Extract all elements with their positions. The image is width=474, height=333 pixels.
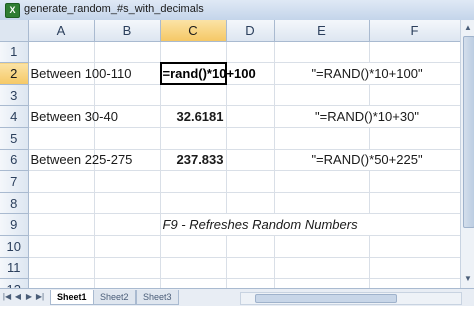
- cell-f7[interactable]: [369, 170, 461, 193]
- cell-e1[interactable]: [274, 41, 370, 64]
- cell-b9[interactable]: [94, 213, 161, 236]
- last-sheet-icon[interactable]: ▶|: [35, 291, 45, 303]
- row-header-9[interactable]: 9: [0, 213, 29, 236]
- cell-c2-active[interactable]: =rand()*10+100: [159, 62, 256, 85]
- row-header-1[interactable]: 1: [0, 41, 29, 64]
- row-header-7[interactable]: 7: [0, 170, 29, 193]
- cell-b10[interactable]: [94, 235, 161, 258]
- cell-e11[interactable]: [274, 257, 370, 280]
- cell-a7[interactable]: [28, 170, 95, 193]
- cell-c6[interactable]: 237.833: [160, 149, 227, 172]
- cell-c4[interactable]: 32.6181: [160, 105, 227, 128]
- cell-c9[interactable]: F9 - Refreshes Random Numbers: [160, 213, 461, 236]
- row-header-10[interactable]: 10: [0, 235, 29, 258]
- cell-e6[interactable]: "=RAND()*50+225": [274, 149, 461, 172]
- cell-f3[interactable]: [369, 84, 461, 107]
- status-bar: [0, 306, 474, 333]
- cell-d5[interactable]: [226, 127, 275, 150]
- cell-a8[interactable]: [28, 192, 95, 215]
- row-header-2[interactable]: 2: [0, 62, 29, 85]
- cell-e4[interactable]: "=RAND()*10+30": [274, 105, 461, 128]
- cell-d1[interactable]: [226, 41, 275, 64]
- cell-d8[interactable]: [226, 192, 275, 215]
- cell-c7[interactable]: [160, 170, 227, 193]
- tab-sheet1[interactable]: Sheet1: [50, 290, 94, 305]
- cell-f5[interactable]: [369, 127, 461, 150]
- cell-a6[interactable]: Between 225-275: [28, 149, 132, 172]
- next-sheet-icon[interactable]: ▶: [24, 291, 34, 303]
- window-title: generate_random_#s_with_decimals: [24, 3, 204, 15]
- column-header-c[interactable]: C: [160, 20, 227, 42]
- column-header-e[interactable]: E: [274, 20, 370, 42]
- cell-f8[interactable]: [369, 192, 461, 215]
- cell-b1[interactable]: [94, 41, 161, 64]
- excel-icon: X: [5, 3, 20, 18]
- row-header-3[interactable]: 3: [0, 84, 29, 107]
- column-header-a[interactable]: A: [28, 20, 95, 42]
- cell-e8[interactable]: [274, 192, 370, 215]
- scroll-up-icon[interactable]: ▲: [461, 21, 474, 35]
- cell-e7[interactable]: [274, 170, 370, 193]
- cell-c10[interactable]: [160, 235, 227, 258]
- excel-window: X generate_random_#s_with_decimals A B C…: [0, 0, 474, 333]
- scroll-down-icon[interactable]: ▼: [461, 272, 474, 286]
- sheet-tab-bar: |◀ ◀ ▶ ▶| Sheet1 Sheet2 Sheet3: [0, 288, 474, 306]
- cell-a5[interactable]: [28, 127, 95, 150]
- cell-c8[interactable]: [160, 192, 227, 215]
- cell-f10[interactable]: [369, 235, 461, 258]
- vertical-scrollbar[interactable]: ▲ ▼: [460, 20, 474, 288]
- cell-d4[interactable]: [226, 105, 275, 128]
- cell-e3[interactable]: [274, 84, 370, 107]
- cell-a4[interactable]: Between 30-40: [28, 105, 118, 128]
- cell-f11[interactable]: [369, 257, 461, 280]
- cell-b7[interactable]: [94, 170, 161, 193]
- cell-c5[interactable]: [160, 127, 227, 150]
- horizontal-scroll-thumb[interactable]: [255, 294, 397, 303]
- cell-e2[interactable]: "=RAND()*10+100": [274, 62, 461, 85]
- cell-b5[interactable]: [94, 127, 161, 150]
- select-all-corner[interactable]: [0, 20, 29, 42]
- row-header-5[interactable]: 5: [0, 127, 29, 150]
- previous-sheet-icon[interactable]: ◀: [13, 291, 23, 303]
- cell-e10[interactable]: [274, 235, 370, 258]
- active-cell-border: [159, 62, 227, 85]
- tab-sheet3[interactable]: Sheet3: [136, 290, 179, 305]
- cell-c11[interactable]: [160, 257, 227, 280]
- cell-d3[interactable]: [226, 84, 275, 107]
- cell-a2[interactable]: Between 100-110: [28, 62, 131, 85]
- cell-b8[interactable]: [94, 192, 161, 215]
- cell-a1[interactable]: [28, 41, 95, 64]
- cell-a3[interactable]: [28, 84, 95, 107]
- cell-d7[interactable]: [226, 170, 275, 193]
- cell-a11[interactable]: [28, 257, 95, 280]
- horizontal-scrollbar[interactable]: [240, 292, 462, 305]
- row-header-4[interactable]: 4: [0, 105, 29, 128]
- cell-c3[interactable]: [160, 84, 227, 107]
- row-header-8[interactable]: 8: [0, 192, 29, 215]
- cell-a10[interactable]: [28, 235, 95, 258]
- cell-b11[interactable]: [94, 257, 161, 280]
- row-header-6[interactable]: 6: [0, 149, 29, 172]
- cell-e5[interactable]: [274, 127, 370, 150]
- tab-sheet2[interactable]: Sheet2: [93, 290, 136, 305]
- cell-a9[interactable]: [28, 213, 95, 236]
- cell-f1[interactable]: [369, 41, 461, 64]
- first-sheet-icon[interactable]: |◀: [2, 291, 12, 303]
- spreadsheet-grid: A B C D E F 1 2 Between 100-110 =rand()*…: [0, 20, 461, 323]
- column-header-b[interactable]: B: [94, 20, 161, 42]
- cell-b3[interactable]: [94, 84, 161, 107]
- title-bar: X generate_random_#s_with_decimals: [0, 0, 474, 21]
- vertical-scroll-thumb[interactable]: [463, 36, 474, 228]
- cell-d10[interactable]: [226, 235, 275, 258]
- row-header-11[interactable]: 11: [0, 257, 29, 280]
- cell-c1[interactable]: [160, 41, 227, 64]
- column-header-f[interactable]: F: [369, 20, 461, 42]
- column-header-d[interactable]: D: [226, 20, 275, 42]
- cell-d6[interactable]: [226, 149, 275, 172]
- cell-d11[interactable]: [226, 257, 275, 280]
